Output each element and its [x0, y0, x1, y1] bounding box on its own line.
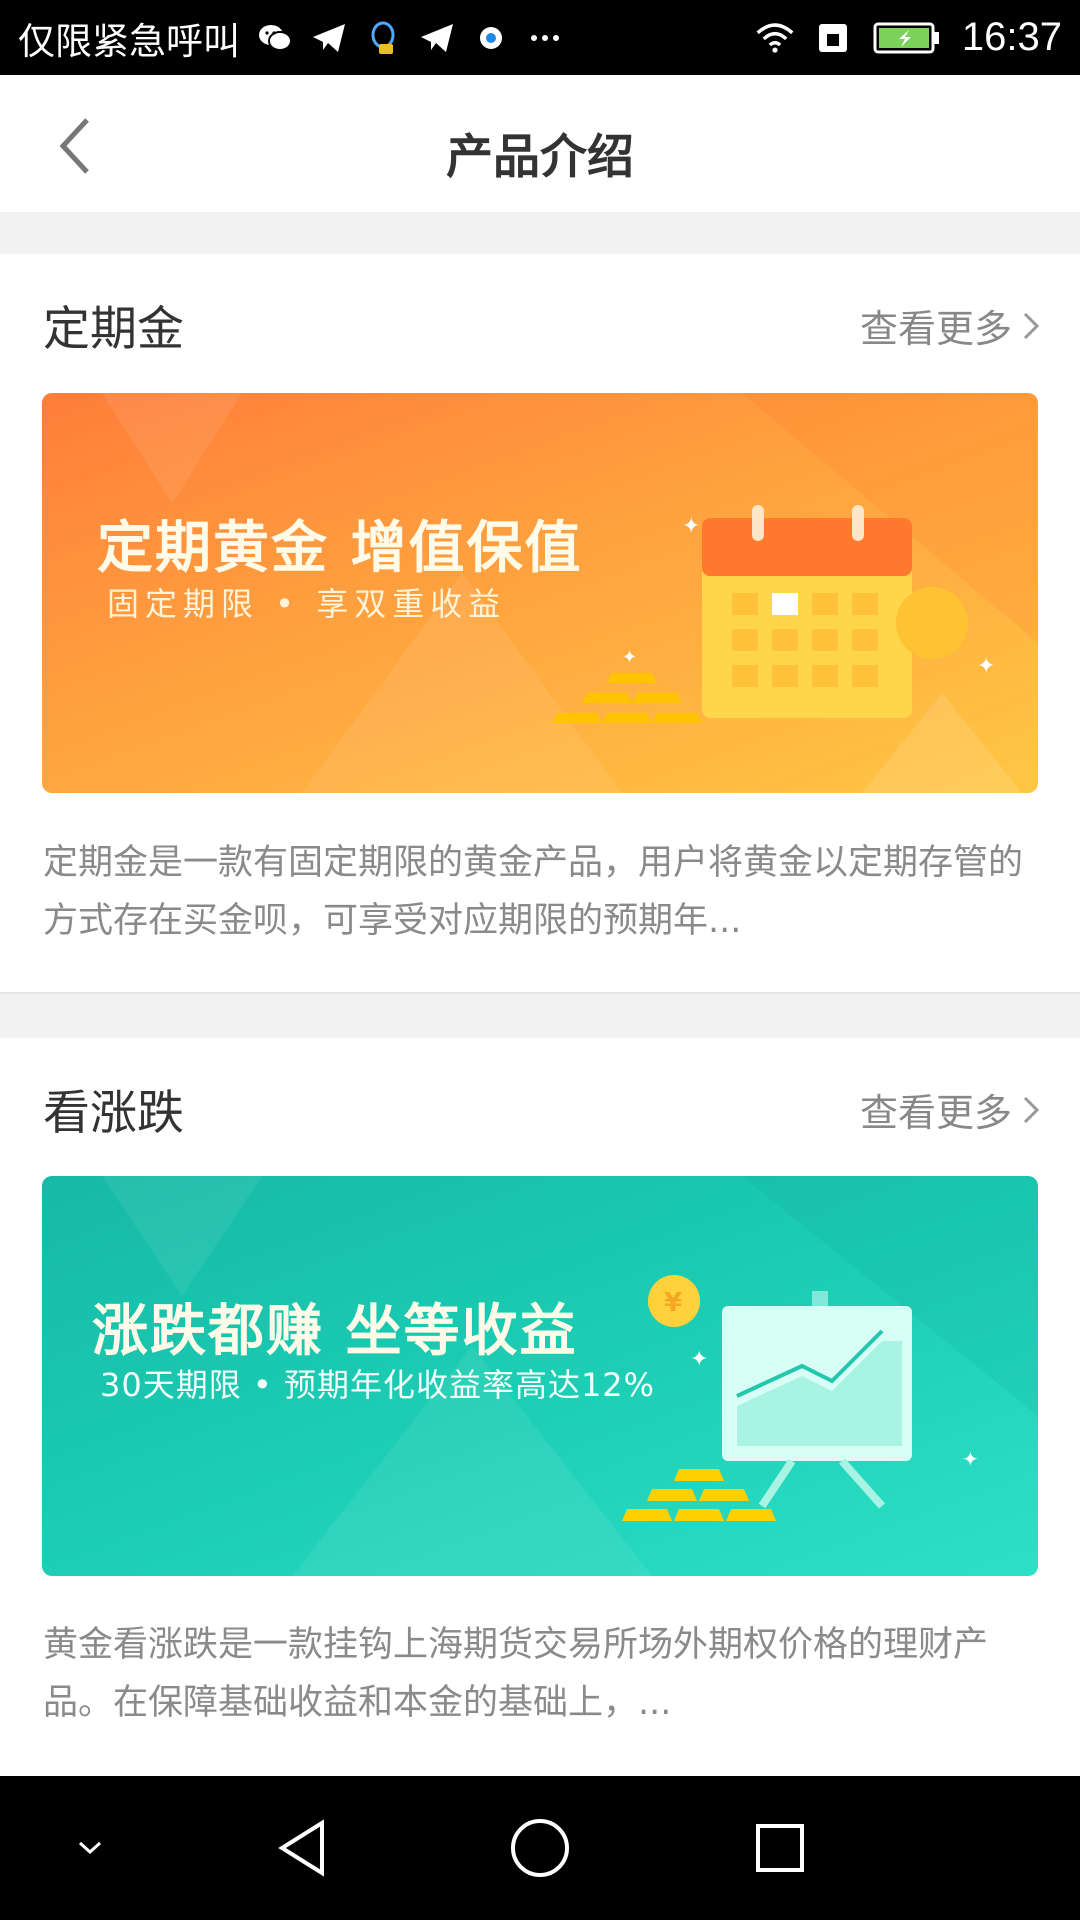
svg-text:¥: ¥ [664, 1288, 682, 1318]
view-more-link[interactable]: 查看更多 [860, 1082, 1040, 1137]
svg-text:✦: ✦ [690, 1347, 708, 1372]
banner-subtitle: 30天期限 • 预期年化收益率高达12% [100, 1366, 656, 1404]
home-circle-icon[interactable] [500, 1808, 580, 1888]
product-section-rise-fall: 看涨跌 查看更多 ¥ ✦ ✦ 涨跌都赚 坐等收益 30天期限 • 预期年化收益率… [0, 1038, 1080, 1776]
svg-text:✦: ✦ [682, 514, 700, 539]
section-divider [0, 992, 1080, 1038]
system-nav-bar [0, 1776, 1080, 1920]
section-divider [0, 212, 1080, 254]
title-bar: 产品介绍 [0, 75, 1080, 212]
chevron-right-icon [1023, 1096, 1040, 1123]
wechat-icon [256, 19, 294, 57]
view-more-label: 查看更多 [859, 307, 1012, 351]
more-icon [526, 19, 564, 57]
send-icon [418, 19, 456, 57]
banner-headline: 涨跌都赚 坐等收益 [92, 1299, 578, 1364]
back-triangle-icon[interactable] [262, 1808, 342, 1888]
battery-icon [872, 19, 942, 57]
section-title: 看涨跌 [43, 1086, 184, 1141]
qq-icon [364, 19, 402, 57]
carrier-text: 仅限紧急呼叫 [18, 19, 240, 63]
browser-icon [472, 19, 510, 57]
clock: 16:37 [961, 15, 1062, 59]
recents-square-icon[interactable] [740, 1808, 820, 1888]
banner-subtitle: 固定期限 • 享双重收益 [107, 585, 507, 623]
collapse-icon[interactable] [50, 1808, 130, 1888]
sim-icon [814, 19, 852, 57]
status-bar: 仅限紧急呼叫 16:37 [0, 0, 1080, 75]
chevron-right-icon [1023, 312, 1040, 339]
view-more-label: 查看更多 [859, 1091, 1012, 1135]
wifi-icon [756, 19, 794, 57]
page-title: 产品介绍 [446, 130, 634, 185]
banner-headline: 定期黄金 增值保值 [97, 516, 583, 581]
product-banner[interactable]: ✦ ✦ ✦ 定期黄金 增值保值 固定期限 • 享双重收益 [42, 393, 1038, 793]
section-title: 定期金 [43, 302, 184, 357]
product-description: 黄金看涨跌是一款挂钩上海期货交易所场外期权价格的理财产品。在保障基础收益和本金的… [43, 1625, 989, 1723]
product-section-fixed-gold: 定期金 查看更多 ✦ ✦ ✦ 定期黄金 增值保值 固定期限 • 享双重收益 定期… [0, 254, 1080, 992]
svg-text:✦: ✦ [977, 654, 995, 679]
svg-text:✦: ✦ [622, 647, 637, 668]
product-banner[interactable]: ¥ ✦ ✦ 涨跌都赚 坐等收益 30天期限 • 预期年化收益率高达12% [42, 1176, 1038, 1576]
svg-text:✦: ✦ [962, 1447, 979, 1471]
product-description: 定期金是一款有固定期限的黄金产品，用户将黄金以定期存管的方式存在买金呗，可享受对… [43, 843, 1024, 941]
telegram-icon [310, 19, 348, 57]
view-more-link[interactable]: 查看更多 [860, 298, 1040, 353]
